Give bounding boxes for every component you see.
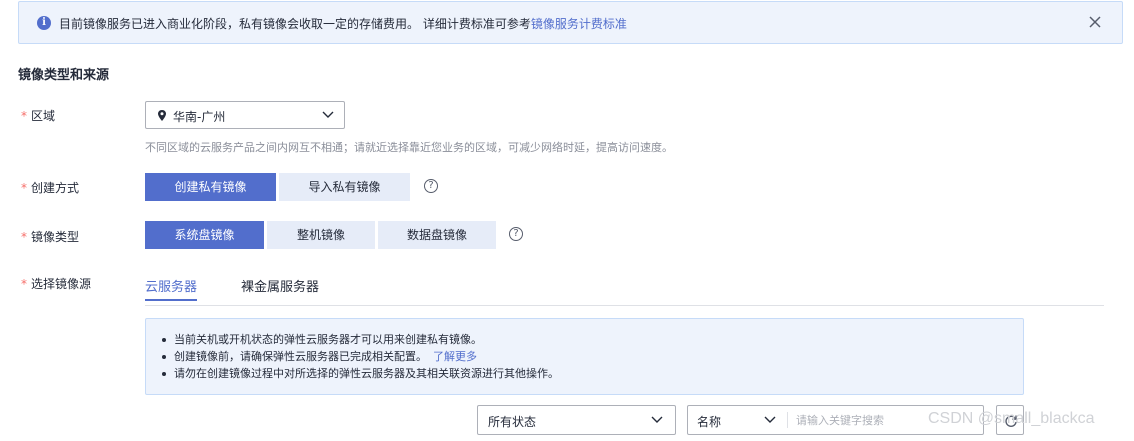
pricing-link[interactable]: 镜像服务计费标准 <box>531 17 627 31</box>
notice-banner: i 目前镜像服务已进入商业化阶段，私有镜像会收取一定的存储费用。 详细计费标准可… <box>18 1 1123 44</box>
system-disk-image-option[interactable]: 系统盘镜像 <box>145 221 264 249</box>
tip-item: 创建镜像前，请确保弹性云服务器已完成相关配置。 了解更多 <box>162 348 559 365</box>
divider <box>787 412 788 428</box>
chevron-down-icon <box>764 416 776 423</box>
tip-item: 当前关机或开机状态的弹性云服务器才可以用来创建私有镜像。 <box>162 331 559 348</box>
tip-text: 创建镜像前，请确保弹性云服务器已完成相关配置。 <box>174 350 427 363</box>
bullet <box>162 355 166 359</box>
create-method-label-text: 创建方式 <box>31 181 80 195</box>
status-filter-value: 所有状态 <box>488 415 537 429</box>
search-field-select[interactable]: 名称 <box>688 406 787 434</box>
region-value: 华南-广州 <box>173 110 226 124</box>
region-label-text: 区域 <box>31 109 56 123</box>
required-mark: * <box>21 277 27 291</box>
notice-message: 目前镜像服务已进入商业化阶段，私有镜像会收取一定的存储费用。 详细计费标准可参考 <box>59 17 531 31</box>
notice-text: 目前镜像服务已进入商业化阶段，私有镜像会收取一定的存储费用。 详细计费标准可参考… <box>59 15 627 32</box>
location-pin-icon <box>158 110 166 121</box>
bullet <box>162 338 166 342</box>
tip-item: 请勿在创建镜像过程中对所选择的弹性云服务器及其相关联资源进行其他操作。 <box>162 365 559 382</box>
tab-cloud-server[interactable]: 云服务器 <box>145 276 198 301</box>
close-icon[interactable] <box>1086 13 1104 31</box>
required-mark: * <box>21 230 27 244</box>
region-label: * 区域 <box>21 107 55 124</box>
image-type-label: * 镜像类型 <box>21 228 79 245</box>
help-icon[interactable]: ? <box>424 179 438 193</box>
data-disk-image-option[interactable]: 数据盘镜像 <box>378 221 496 249</box>
watermark: CSDN @small_blackca <box>928 410 1095 427</box>
chevron-down-icon <box>322 111 334 118</box>
image-type-label-text: 镜像类型 <box>31 230 80 244</box>
learn-more-link[interactable]: 了解更多 <box>433 350 477 363</box>
create-private-image-option[interactable]: 创建私有镜像 <box>145 173 276 201</box>
help-icon[interactable]: ? <box>509 227 523 241</box>
chevron-down-icon <box>651 416 663 423</box>
region-select[interactable]: 华南-广州 <box>145 101 345 129</box>
section-title: 镜像类型和来源 <box>18 68 110 83</box>
bullet <box>162 372 166 376</box>
full-machine-image-option[interactable]: 整机镜像 <box>267 221 375 249</box>
tab-bare-metal-server[interactable]: 裸金属服务器 <box>241 276 319 295</box>
create-method-label: * 创建方式 <box>21 179 79 196</box>
search-field-value: 名称 <box>697 415 722 429</box>
image-source-label-text: 选择镜像源 <box>31 277 92 291</box>
status-filter-select[interactable]: 所有状态 <box>477 405 676 435</box>
import-private-image-option[interactable]: 导入私有镜像 <box>279 173 410 201</box>
required-mark: * <box>21 109 27 123</box>
image-source-label: * 选择镜像源 <box>21 275 91 292</box>
required-mark: * <box>21 181 27 195</box>
region-hint: 不同区域的云服务产品之间内网互不相通；请就近选择靠近您业务的区域，可减少网络时延… <box>145 141 673 154</box>
tip-text: 请勿在创建镜像过程中对所选择的弹性云服务器及其相关联资源进行其他操作。 <box>174 367 559 380</box>
image-source-tabs: 云服务器 裸金属服务器 <box>145 270 1104 306</box>
tip-text: 当前关机或开机状态的弹性云服务器才可以用来创建私有镜像。 <box>174 333 482 346</box>
info-icon: i <box>37 16 51 30</box>
tips-box: 当前关机或开机状态的弹性云服务器才可以用来创建私有镜像。 创建镜像前，请确保弹性… <box>145 318 1024 395</box>
